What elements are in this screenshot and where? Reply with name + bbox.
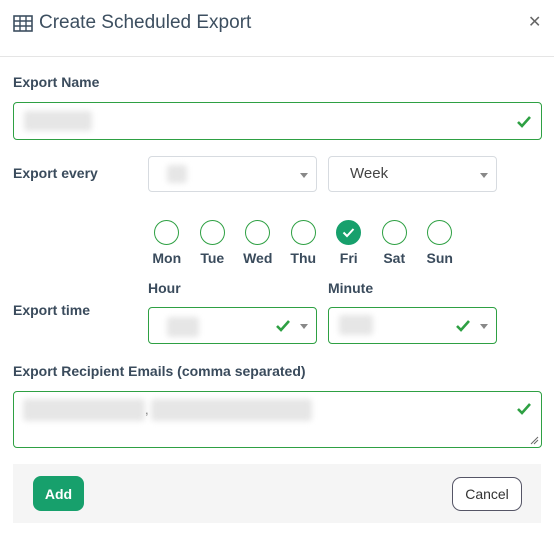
day-mon[interactable]: Mon — [144, 220, 190, 266]
day-checkbox[interactable] — [199, 220, 225, 245]
chevron-down-icon — [480, 173, 488, 178]
hour-value — [167, 317, 199, 337]
chevron-down-icon — [480, 324, 488, 329]
add-button[interactable]: Add — [33, 476, 84, 511]
day-label: Mon — [152, 250, 182, 266]
resize-handle-icon[interactable] — [529, 435, 539, 445]
day-checkbox[interactable] — [336, 220, 362, 245]
minute-label: Minute — [328, 280, 374, 296]
hour-select[interactable] — [148, 307, 317, 344]
close-icon[interactable]: ✕ — [528, 12, 541, 32]
hour-label: Hour — [148, 280, 181, 296]
chevron-down-icon — [300, 324, 308, 329]
export-every-label: Export every — [13, 165, 98, 181]
day-tue[interactable]: Tue — [190, 220, 236, 266]
day-checkbox[interactable] — [245, 220, 271, 245]
recipients-textarea[interactable]: , — [13, 391, 542, 448]
dialog-header: Create Scheduled Export ✕ — [0, 0, 554, 57]
day-checkbox[interactable] — [381, 220, 407, 245]
recipient-email-1 — [23, 399, 145, 421]
day-label: Thu — [290, 250, 317, 266]
day-label: Sat — [383, 250, 406, 266]
export-every-unit-select[interactable]: Week — [328, 156, 497, 192]
day-label: Wed — [243, 250, 273, 266]
recipients-label: Export Recipient Emails (comma separated… — [13, 363, 306, 379]
valid-check-icon — [517, 403, 531, 415]
day-label: Sun — [426, 250, 453, 266]
recipient-email-2 — [151, 399, 312, 421]
email-separator: , — [145, 402, 149, 417]
export-every-count-select[interactable] — [148, 156, 317, 192]
valid-check-icon — [517, 116, 531, 128]
day-checkbox[interactable] — [427, 220, 453, 245]
minute-select[interactable] — [328, 307, 497, 344]
cancel-button[interactable]: Cancel — [452, 477, 522, 511]
table-grid-icon — [13, 14, 33, 32]
day-sat[interactable]: Sat — [372, 220, 418, 266]
valid-check-icon — [276, 320, 290, 332]
export-name-label: Export Name — [13, 74, 100, 90]
day-sun[interactable]: Sun — [417, 220, 463, 266]
export-name-value — [24, 111, 92, 131]
day-thu[interactable]: Thu — [281, 220, 327, 266]
dialog-footer: Add Cancel — [13, 464, 541, 523]
weekday-picker: Mon Tue Wed Thu Fri Sat Sun — [144, 220, 463, 266]
export-name-input[interactable] — [13, 102, 542, 140]
day-checkbox[interactable] — [290, 220, 316, 245]
valid-check-icon — [456, 320, 470, 332]
chevron-down-icon — [300, 173, 308, 178]
export-every-count-value — [167, 165, 187, 183]
export-every-unit-value: Week — [350, 165, 389, 182]
dialog-title-text: Create Scheduled Export — [39, 12, 252, 33]
day-checkbox[interactable] — [154, 220, 180, 245]
day-label: Tue — [200, 250, 225, 266]
day-wed[interactable]: Wed — [235, 220, 281, 266]
export-time-label: Export time — [13, 302, 91, 318]
minute-value — [339, 315, 373, 335]
day-fri[interactable]: Fri — [326, 220, 372, 266]
dialog-title: Create Scheduled Export — [13, 12, 251, 34]
check-icon — [343, 228, 355, 238]
day-label: Fri — [339, 250, 358, 266]
